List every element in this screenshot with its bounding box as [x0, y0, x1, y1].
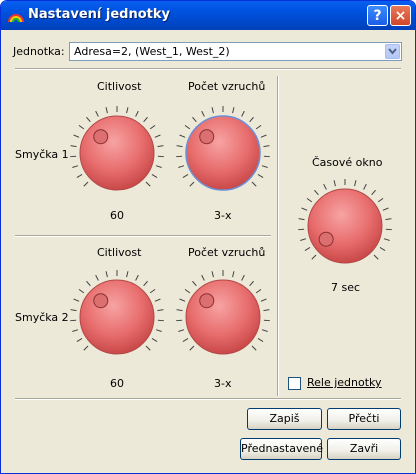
- time-window-header: Časové okno: [312, 156, 383, 169]
- loop1-sensitivity-value: 60: [110, 209, 124, 222]
- loop1-triggers-header: Počet vzruchů: [188, 80, 266, 93]
- title-bar[interactable]: Nastavení jednotky ? ×: [1, 1, 415, 30]
- loop2-sensitivity-value: 60: [110, 377, 124, 390]
- help-button[interactable]: ?: [367, 5, 388, 26]
- vertical-divider: [277, 76, 279, 396]
- unit-select[interactable]: Adresa=2, (West_1, West_2): [69, 42, 402, 61]
- loop2-triggers-header: Počet vzruchů: [188, 246, 266, 259]
- loop-divider: [15, 235, 271, 237]
- loop1-sensitivity-header: Citlivost: [97, 80, 142, 93]
- loop1-label: Smyčka 1: [15, 148, 69, 161]
- time-window-value: 7 sec: [331, 281, 361, 294]
- dialog-window: Nastavení jednotky ? × Jednotka: Adresa=…: [0, 0, 416, 474]
- close-window-button[interactable]: ×: [390, 5, 411, 26]
- top-divider: [15, 68, 401, 70]
- bottom-divider: [15, 398, 401, 400]
- unit-select-value: Adresa=2, (West_1, West_2): [74, 45, 230, 58]
- close-button[interactable]: Zavři: [327, 438, 401, 460]
- loop2-sensitivity-header: Citlivost: [97, 246, 142, 259]
- window-title: Nastavení jednotky: [28, 7, 171, 22]
- time-window-knob[interactable]: [295, 176, 395, 276]
- loop2-sensitivity-knob[interactable]: [67, 267, 167, 367]
- loop2-triggers-knob[interactable]: [173, 267, 273, 367]
- unit-label: Jednotka:: [13, 45, 65, 58]
- chevron-down-icon[interactable]: [385, 44, 400, 59]
- loop2-triggers-value: 3-x: [214, 377, 232, 390]
- loop2-label: Smyčka 2: [15, 311, 69, 324]
- relay-checkbox[interactable]: [288, 377, 301, 390]
- read-button[interactable]: Přečti: [327, 408, 401, 430]
- loop1-triggers-knob[interactable]: [173, 103, 273, 203]
- relay-checkbox-label[interactable]: Rele jednotky: [307, 376, 382, 389]
- write-button[interactable]: Zapiš: [247, 408, 322, 430]
- loop1-triggers-value: 3-x: [214, 209, 232, 222]
- rainbow-app-icon: [8, 14, 24, 23]
- loop1-sensitivity-knob[interactable]: [67, 103, 167, 203]
- preset-button[interactable]: Přednastavené: [240, 438, 323, 460]
